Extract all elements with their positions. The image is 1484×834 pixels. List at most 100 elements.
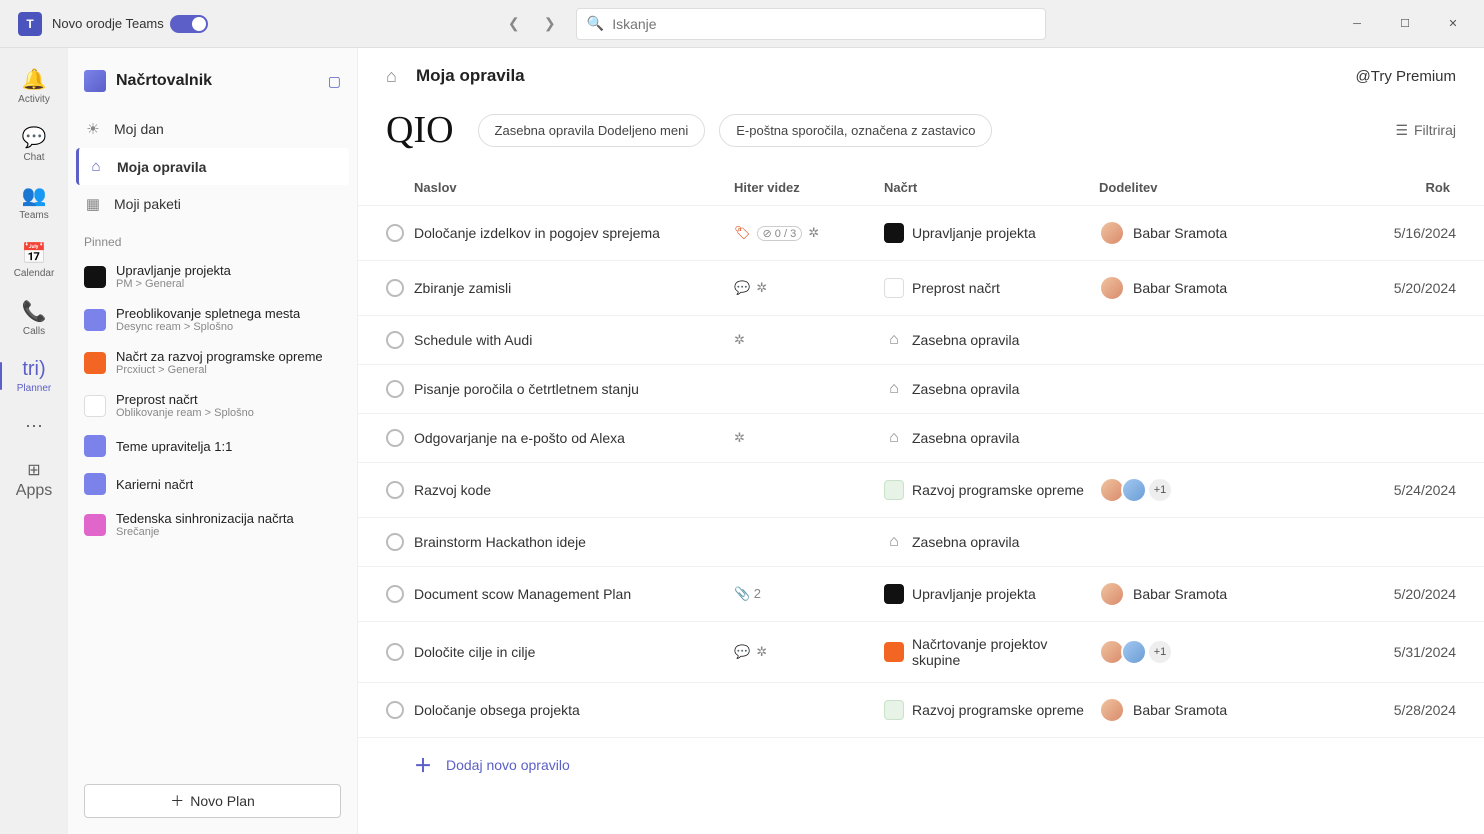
- task-title: Pisanje poročila o četrtletnem stanju: [414, 381, 734, 397]
- sidebar-pinned-label: Pinned: [68, 223, 357, 255]
- task-assign: Babar Sramota: [1099, 697, 1289, 723]
- rail-activity[interactable]: 🔔Activity: [0, 58, 68, 114]
- plan-icon: [84, 435, 106, 457]
- pin-subtitle: Prcxiuct > General: [116, 364, 323, 376]
- pinned-plan[interactable]: Upravljanje projektaPM > General: [68, 255, 357, 298]
- filter-button[interactable]: ☰ Filtriraj: [1395, 122, 1456, 139]
- nav-back[interactable]: ❮: [498, 8, 530, 40]
- task-due: 5/28/2024: [1289, 702, 1456, 718]
- rail-calls[interactable]: 📞Calls: [0, 290, 68, 346]
- pin-title: Preoblikovanje spletnega mesta: [116, 306, 300, 321]
- assignee-name: Babar Sramota: [1133, 225, 1227, 241]
- apps-icon: ⊞: [27, 460, 40, 480]
- new-teams-toggle[interactable]: [170, 15, 208, 33]
- task-row[interactable]: Razvoj kode Razvoj programske opreme +1 …: [358, 462, 1484, 517]
- task-due: 5/20/2024: [1289, 586, 1456, 602]
- task-title: Razvoj kode: [414, 482, 734, 498]
- task-row[interactable]: Document scow Management Plan 📎 2 Upravl…: [358, 566, 1484, 621]
- col-plan[interactable]: Načrt: [884, 180, 1099, 195]
- pinned-plan[interactable]: Tedenska sinhronizacija načrtaSrečanje: [68, 503, 357, 546]
- rail-more[interactable]: ⋯: [0, 406, 68, 446]
- task-assign: Babar Sramota: [1099, 275, 1289, 301]
- plan-color-icon: [884, 584, 904, 604]
- col-title[interactable]: Naslov: [414, 180, 734, 195]
- pinned-plan[interactable]: Karierni načrt: [68, 465, 357, 503]
- filter-pill-private[interactable]: Zasebna opravila Dodeljeno meni: [478, 114, 706, 147]
- task-row[interactable]: Schedule with Audi ✲ ⌂Zasebna opravila: [358, 315, 1484, 364]
- col-assign[interactable]: Dodelitev: [1099, 180, 1289, 195]
- popout-icon[interactable]: ▢: [328, 73, 341, 90]
- pinned-plan[interactable]: Teme upravitelja 1:1: [68, 427, 357, 465]
- titlebar: T Novo orodje Teams ❮ ❯ 🔍 ─ ☐ ✕: [0, 0, 1484, 48]
- task-plan: ⌂Zasebna opravila: [884, 330, 1099, 350]
- task-row[interactable]: Določanje obsega projekta Razvoj program…: [358, 682, 1484, 737]
- qio-text: QIO: [386, 108, 454, 152]
- pinned-plan[interactable]: Preoblikovanje spletnega mestaDesync rea…: [68, 298, 357, 341]
- people-icon: 👥: [22, 183, 47, 208]
- sidebar-my-plans[interactable]: ▦Moji paketi: [68, 185, 357, 223]
- assignee-name: Babar Sramota: [1133, 586, 1227, 602]
- sidebar-my-day[interactable]: ☀Moj dan: [68, 110, 357, 148]
- complete-radio[interactable]: [386, 331, 404, 349]
- plan-icon: [84, 395, 106, 417]
- task-plan: Razvoj programske opreme: [884, 700, 1099, 720]
- search-bar[interactable]: 🔍: [576, 8, 1046, 40]
- try-premium-link[interactable]: @Try Premium: [1355, 68, 1456, 85]
- rail-teams[interactable]: 👥Teams: [0, 174, 68, 230]
- task-row[interactable]: Brainstorm Hackathon ideje ⌂Zasebna opra…: [358, 517, 1484, 566]
- task-assign: Babar Sramota: [1099, 581, 1289, 607]
- task-title: Odgovarjanje na e-pošto od Alexa: [414, 430, 734, 446]
- task-title: Document scow Management Plan: [414, 586, 734, 602]
- task-title: Schedule with Audi: [414, 332, 734, 348]
- task-row[interactable]: Določite cilje in cilje 💬✲ Načrtovanje p…: [358, 621, 1484, 682]
- complete-radio[interactable]: [386, 224, 404, 242]
- rail-chat[interactable]: 💬Chat: [0, 116, 68, 172]
- task-due: 5/16/2024: [1289, 225, 1456, 241]
- task-plan: Upravljanje projekta: [884, 584, 1099, 604]
- complete-radio[interactable]: [386, 279, 404, 297]
- task-row[interactable]: Odgovarjanje na e-pošto od Alexa ✲ ⌂Zase…: [358, 413, 1484, 462]
- light-icon: ✲: [756, 644, 767, 660]
- window-minimize[interactable]: ─: [1334, 8, 1380, 40]
- avatar: [1099, 697, 1125, 723]
- plan-color-icon: [884, 223, 904, 243]
- avatar: [1121, 477, 1147, 503]
- task-assign: +1: [1099, 639, 1289, 665]
- window-maximize[interactable]: ☐: [1382, 8, 1428, 40]
- light-icon: ✲: [734, 430, 745, 446]
- add-task-button[interactable]: ＋ Dodaj novo opravilo: [358, 737, 1484, 792]
- new-plan-button[interactable]: ＋Novo Plan: [84, 784, 341, 818]
- progress-badge: ⊘ 0 / 3: [757, 226, 803, 241]
- task-row[interactable]: Pisanje poročila o četrtletnem stanju ⌂Z…: [358, 364, 1484, 413]
- comment-icon: 💬: [734, 644, 750, 660]
- search-input[interactable]: [612, 16, 1035, 32]
- sun-icon: ☀: [84, 120, 102, 138]
- complete-radio[interactable]: [386, 481, 404, 499]
- rail-calendar[interactable]: 📅Calendar: [0, 232, 68, 288]
- complete-radio[interactable]: [386, 701, 404, 719]
- planner-logo-icon: [84, 70, 106, 92]
- complete-radio[interactable]: [386, 533, 404, 551]
- rail-planner[interactable]: tri)Planner: [0, 348, 68, 404]
- planner-icon: tri): [22, 358, 45, 381]
- tag-icon: 🏷: [734, 225, 751, 241]
- col-quick[interactable]: Hiter videz: [734, 180, 884, 195]
- task-row[interactable]: Zbiranje zamisli 💬✲ Preprost načrt Babar…: [358, 260, 1484, 315]
- col-due[interactable]: Rok: [1289, 180, 1456, 195]
- pinned-plan[interactable]: Preprost načrtOblikovanje ream > Splošno: [68, 384, 357, 427]
- rail-apps[interactable]: ⊞Apps: [0, 452, 68, 508]
- filter-pill-flagged[interactable]: E-poštna sporočila, označena z zastavico: [719, 114, 992, 147]
- complete-radio[interactable]: [386, 380, 404, 398]
- window-close[interactable]: ✕: [1430, 8, 1476, 40]
- nav-forward[interactable]: ❯: [534, 8, 566, 40]
- avatar: [1099, 581, 1125, 607]
- quick-look: 💬✲: [734, 280, 884, 296]
- bell-icon: 🔔: [22, 67, 47, 92]
- complete-radio[interactable]: [386, 429, 404, 447]
- sidebar-my-tasks[interactable]: ⌂Moja opravila: [76, 148, 349, 185]
- task-row[interactable]: Določanje izdelkov in pogojev sprejema 🏷…: [358, 205, 1484, 260]
- complete-radio[interactable]: [386, 585, 404, 603]
- plan-color-icon: [884, 700, 904, 720]
- complete-radio[interactable]: [386, 643, 404, 661]
- pinned-plan[interactable]: Načrt za razvoj programske opremePrcxiuc…: [68, 341, 357, 384]
